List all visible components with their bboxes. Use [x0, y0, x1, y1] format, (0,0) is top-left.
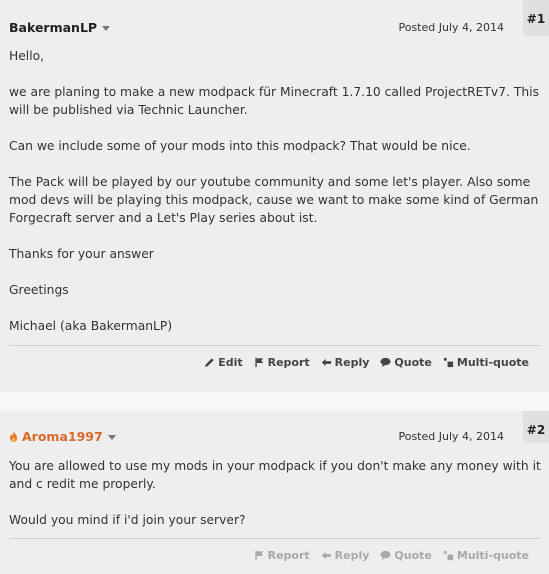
multiquote-icon [443, 357, 453, 368]
post-actions: Edit Report Reply Quote Multi-quote [204, 356, 529, 369]
post-paragraph: Hello, [9, 49, 45, 63]
speech-bubble-icon [380, 357, 391, 368]
flag-icon [254, 550, 263, 561]
multiquote-label: Multi-quote [456, 356, 529, 369]
post-paragraph: Michael (aka BakermanLP) [9, 319, 173, 333]
author-name[interactable]: BakermanLP [9, 20, 111, 35]
caret-down-icon[interactable] [107, 435, 116, 440]
reply-button[interactable]: Reply [321, 549, 370, 562]
flame-icon [9, 431, 18, 442]
post-paragraph: Can we include some of your mods into th… [9, 139, 471, 153]
reply-label: Reply [334, 549, 370, 562]
quote-label: Quote [394, 549, 432, 562]
quote-label: Quote [394, 356, 432, 369]
author-name-label[interactable]: Aroma1997 [22, 429, 103, 444]
post-date: Posted July 4, 2014 [398, 21, 504, 34]
multiquote-button[interactable]: Multi-quote [443, 549, 529, 562]
edit-label: Edit [218, 356, 243, 369]
post-number[interactable]: #1 [523, 0, 549, 36]
post-actions: Report Reply Quote Multi-quote [254, 549, 529, 562]
reply-label: Reply [334, 356, 370, 369]
report-button[interactable]: Report [254, 549, 310, 562]
post-paragraph: Thanks for your answer [9, 247, 154, 261]
post-paragraph: You are allowed to use my mods in your m… [9, 459, 541, 491]
pencil-icon [205, 358, 214, 368]
quote-button[interactable]: Quote [380, 356, 432, 369]
report-label: Report [267, 549, 310, 562]
post-body: Hello, we are planing to make a new modp… [9, 47, 544, 335]
reply-arrow-icon [321, 358, 331, 367]
post-paragraph: we are planing to make a new modpack für… [9, 85, 539, 117]
post-divider [9, 538, 540, 539]
caret-down-icon[interactable] [102, 26, 111, 31]
multiquote-icon [443, 550, 453, 561]
multiquote-button[interactable]: Multi-quote [443, 356, 529, 369]
report-button[interactable]: Report [254, 356, 310, 369]
post-date: Posted July 4, 2014 [398, 430, 504, 443]
post-number[interactable]: #2 [523, 411, 549, 443]
post-paragraph: Greetings [9, 283, 69, 297]
report-label: Report [267, 356, 310, 369]
post-paragraph: Would you mind if i'd join your server? [9, 513, 246, 527]
flag-icon [254, 357, 263, 368]
reply-button[interactable]: Reply [321, 356, 370, 369]
multiquote-label: Multi-quote [456, 549, 529, 562]
post-divider [9, 345, 540, 346]
post-separator [0, 392, 549, 411]
post-1: #1 BakermanLP Posted July 4, 2014 Hello,… [0, 0, 549, 392]
author-name-label[interactable]: BakermanLP [9, 20, 97, 35]
speech-bubble-icon [380, 550, 391, 561]
reply-arrow-icon [321, 551, 331, 560]
author-name[interactable]: Aroma1997 [9, 429, 116, 444]
quote-button[interactable]: Quote [380, 549, 432, 562]
post-paragraph: The Pack will be played by our youtube c… [9, 175, 539, 225]
edit-button[interactable]: Edit [204, 356, 243, 369]
post-body: You are allowed to use my mods in your m… [9, 457, 544, 529]
